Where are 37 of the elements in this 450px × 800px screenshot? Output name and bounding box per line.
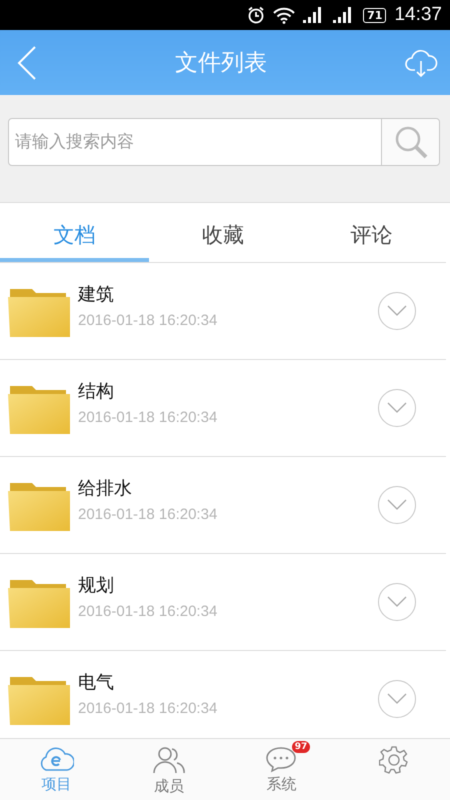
cloud-download-button[interactable] (404, 48, 438, 78)
folder-date: 2016-01-18 16:20:34 (78, 506, 218, 522)
folder-date: 2016-01-18 16:20:34 (78, 700, 218, 716)
chevron-down-icon (387, 596, 407, 608)
folder-name: 规划 (78, 574, 115, 596)
folder-date: 2016-01-18 16:20:34 (78, 408, 218, 426)
cloud-icon (38, 745, 74, 773)
alarm-icon (247, 6, 266, 24)
folder-name: 给排水 (78, 476, 133, 500)
chevron-down-icon (387, 499, 407, 511)
expand-button[interactable] (378, 292, 416, 330)
wifi-icon (273, 6, 296, 24)
nav-tab[interactable]: 项目 (0, 739, 112, 800)
chevron-down-icon (387, 693, 407, 705)
expand-button[interactable] (378, 680, 416, 718)
settings-icon (378, 745, 409, 775)
expand-button[interactable] (378, 486, 416, 524)
chevron-down-icon (387, 402, 407, 414)
expand-button[interactable] (378, 583, 416, 621)
nav-tab[interactable]: 成员 (112, 739, 225, 800)
nav-tab[interactable]: 97 系统 (225, 739, 338, 800)
unread-badge: 97 (292, 741, 310, 753)
folder-date: 2016-01-18 16:20:34 (78, 602, 218, 620)
clock-time: 14:37 (394, 4, 442, 26)
battery-level: 71 (363, 8, 386, 22)
folder-date: 2016-01-18 16:20:34 (78, 312, 218, 328)
page-title: 文件列表 (175, 49, 267, 78)
expand-button[interactable] (378, 389, 416, 427)
search-icon (394, 125, 428, 159)
search-bar[interactable]: 请输入搜索内容 (8, 118, 440, 166)
back-button[interactable] (16, 44, 38, 80)
folder-name: 建筑 (78, 282, 115, 306)
search-button[interactable] (381, 119, 439, 165)
chevron-down-icon (387, 305, 407, 317)
folder-name: 结构 (78, 380, 115, 402)
folder-name: 电气 (78, 670, 115, 694)
people-icon (152, 745, 186, 775)
